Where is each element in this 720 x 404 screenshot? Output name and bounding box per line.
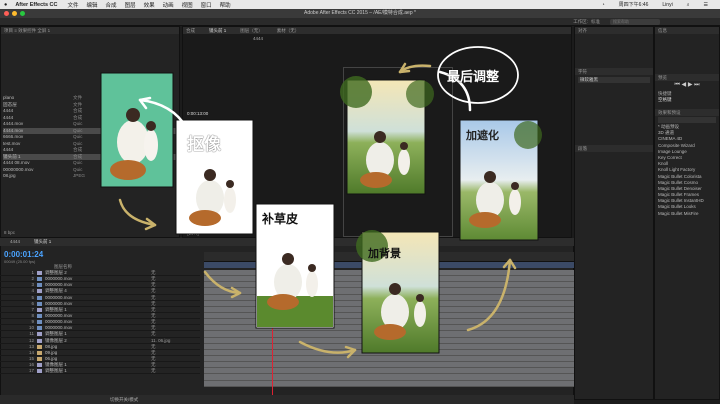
annotation-final: 最后调整 — [447, 70, 500, 85]
annotation-background: 加背景 — [368, 247, 401, 260]
annotation-cutout: 抠像 — [187, 135, 221, 155]
annotation-blur: 加遮化 — [466, 129, 499, 142]
annotation-overlay — [100, 46, 542, 359]
annotation-fill: 补草皮 — [262, 212, 299, 226]
